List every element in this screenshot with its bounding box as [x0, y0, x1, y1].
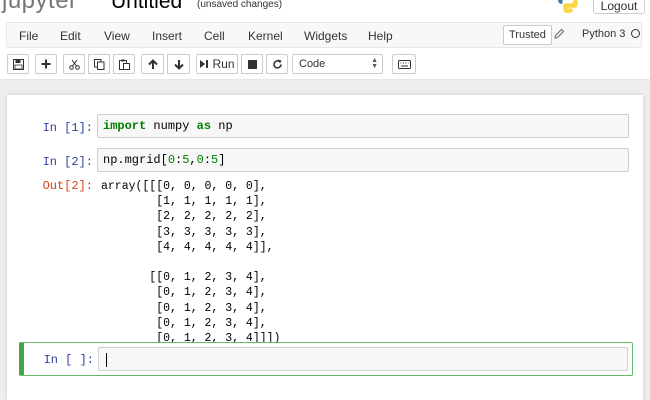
interrupt-button[interactable] [241, 54, 263, 74]
code-text: np.mgrid[ [103, 153, 168, 167]
logout-button[interactable]: Logout [593, 0, 645, 14]
copy-icon [93, 58, 104, 70]
save-icon [12, 58, 24, 70]
cell-2-output: array([[[0, 0, 0, 0, 0], [1, 1, 1, 1, 1]… [101, 180, 281, 346]
jupyter-logo[interactable]: jupyter [2, 0, 78, 15]
kernel-name[interactable]: Python 3 [582, 28, 625, 40]
cell-type-select[interactable]: Code ▲ ▼ [292, 54, 383, 74]
notebook-container: In [1]: import numpy as np In [2]: np.mg… [7, 95, 643, 400]
copy-button[interactable] [88, 54, 110, 74]
cell-1-code-input[interactable]: import numpy as np [97, 114, 629, 138]
text-cursor [106, 353, 107, 367]
trusted-indicator[interactable]: Trusted [503, 25, 552, 45]
menu-kernel[interactable]: Kernel [248, 29, 283, 43]
run-button-label: Run [212, 57, 235, 71]
header: jupyter Untitled (unsaved changes) Logou… [0, 0, 650, 16]
menu-edit[interactable]: Edit [60, 29, 81, 43]
cell-type-value: Code [299, 58, 326, 70]
toolbar: Run Code ▲ ▼ [0, 50, 650, 80]
insert-cell-button[interactable] [35, 54, 57, 74]
code-text: ] [218, 153, 226, 167]
code-text: , [189, 153, 197, 167]
paste-icon [118, 59, 130, 70]
menubar: File Edit View Insert Cell Kernel Widget… [0, 16, 650, 50]
cell-2-input-prompt: In [2]: [42, 155, 93, 169]
select-arrows-icon: ▲ ▼ [371, 57, 378, 70]
code-text: : [203, 153, 212, 167]
paste-button[interactable] [113, 54, 135, 74]
code-number: 0 [196, 153, 204, 167]
restart-kernel-button[interactable] [266, 54, 288, 74]
python-logo-icon [558, 0, 578, 13]
code-keyword-as: as [196, 119, 212, 133]
cell-3-input-prompt: In [ ]: [43, 353, 94, 367]
keyboard-icon [397, 59, 411, 69]
code-keyword-import: import [103, 119, 147, 133]
move-up-button[interactable] [141, 54, 164, 74]
restart-icon [272, 59, 282, 69]
arrow-up-icon [147, 58, 158, 69]
code-number: 0 [167, 153, 176, 167]
pencil-icon[interactable] [553, 28, 565, 40]
menu-cell[interactable]: Cell [204, 29, 225, 43]
cell-2-code-input[interactable]: np.mgrid[0:5,0:5] [97, 148, 629, 172]
active-cell[interactable]: In [ ]: [19, 342, 633, 376]
command-palette-button[interactable] [392, 54, 416, 74]
scissors-icon [68, 59, 80, 70]
autosave-status: (unsaved changes) [197, 0, 283, 10]
stop-icon [247, 59, 257, 69]
menu-file[interactable]: File [19, 29, 38, 43]
cut-button[interactable] [63, 54, 85, 74]
arrow-down-icon [173, 59, 184, 70]
save-button[interactable] [7, 54, 29, 74]
kernel-idle-indicator-icon [631, 29, 640, 38]
menu-view[interactable]: View [104, 29, 130, 43]
menu-insert[interactable]: Insert [152, 29, 182, 43]
cell-3-code-input[interactable] [98, 347, 628, 371]
run-icon [200, 60, 209, 68]
run-button[interactable]: Run [196, 54, 238, 74]
code-text: np [211, 119, 233, 133]
plus-icon [41, 59, 51, 69]
notebook-title[interactable]: Untitled [111, 0, 182, 14]
move-down-button[interactable] [167, 54, 190, 74]
menu-help[interactable]: Help [368, 29, 393, 43]
cell-2-output-prompt: Out[2]: [42, 179, 93, 193]
cell-1-input-prompt: In [1]: [42, 121, 93, 135]
menu-widgets[interactable]: Widgets [304, 29, 347, 43]
code-text: numpy [146, 119, 197, 133]
